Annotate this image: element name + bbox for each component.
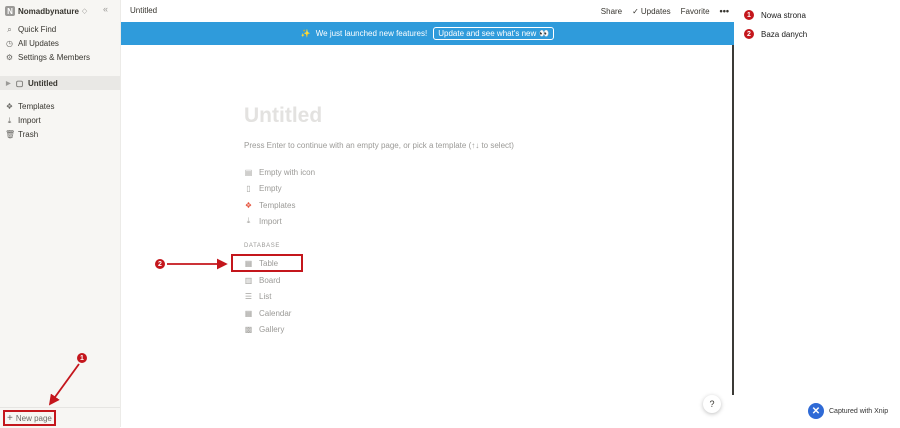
option-empty-with-icon[interactable]: ▤ Empty with icon — [244, 166, 315, 178]
announcement-banner: ✨ We just launched new features! Update … — [121, 22, 734, 45]
download-icon: ⤓ — [7, 115, 12, 125]
sidebar-item-trash[interactable]: 🗑 Trash — [0, 128, 120, 141]
workspace-name: Nomadbynature — [18, 6, 79, 16]
sidebar-item-label: Quick Find — [18, 25, 57, 34]
legend-label: Baza danych — [761, 29, 808, 39]
database-option-list[interactable]: ☰ List — [244, 290, 272, 302]
sidebar-item-settings[interactable]: ⚙ Settings & Members — [0, 51, 120, 64]
option-empty[interactable]: ▯ Empty — [244, 182, 282, 194]
search-icon: ⌕ — [7, 24, 12, 34]
page-with-icon-icon: ▤ — [244, 167, 253, 177]
chevron-updown-icon: ◇ — [81, 8, 88, 15]
share-button[interactable]: Share — [601, 7, 622, 16]
sidebar-page-label: Untitled — [28, 78, 58, 88]
help-button[interactable]: ? — [703, 395, 721, 413]
annotation-marker-1: 1 — [77, 353, 87, 363]
sidebar-item-label: Settings & Members — [18, 53, 91, 62]
legend-label: Nowa strona — [761, 10, 806, 20]
templates-icon: ❖ — [5, 102, 14, 111]
option-label: Templates — [259, 200, 296, 210]
database-option-board[interactable]: ▥ Board — [244, 274, 281, 286]
sidebar-item-import[interactable]: ⤓ Import — [0, 114, 120, 127]
update-button[interactable]: Update and see what's new 👀 — [433, 27, 555, 40]
new-page-label: New page — [15, 413, 52, 423]
sidebar-item-label: Trash — [18, 130, 39, 139]
more-options-icon[interactable]: ••• — [720, 6, 729, 16]
database-section-label: DATABASE — [244, 243, 280, 249]
gallery-icon: ▩ — [244, 324, 253, 334]
annotation-legend: 1 Nowa strona 2 Baza danych — [744, 9, 807, 47]
annotation-marker-2: 2 — [155, 259, 165, 269]
option-label: Table — [259, 258, 279, 268]
download-icon: ⤓ — [246, 216, 251, 225]
sidebar-item-label: Import — [18, 116, 41, 125]
list-icon: ☰ — [244, 291, 253, 301]
template-hint: Press Enter to continue with an empty pa… — [244, 141, 514, 150]
legend-number: 2 — [744, 29, 754, 39]
calendar-icon: ▦ — [244, 308, 253, 318]
workspace-switcher[interactable]: N Nomadbynature ◇ — [5, 4, 87, 18]
check-icon: ✓ — [632, 6, 639, 16]
option-label: Import — [259, 216, 282, 226]
option-label: Board — [259, 275, 281, 285]
option-label: Empty — [259, 183, 282, 193]
database-option-gallery[interactable]: ▩ Gallery — [244, 323, 285, 335]
banner-text: We just launched new features! — [315, 29, 428, 38]
topbar-actions: Share ✓ Updates Favorite ••• — [591, 6, 729, 16]
sidebar-page-untitled[interactable]: ▶ ▢ Untitled — [0, 76, 120, 90]
option-label: List — [259, 291, 272, 301]
xnip-logo-icon: ✕ — [808, 403, 824, 419]
collapse-sidebar-icon[interactable]: « — [103, 4, 108, 14]
plus-icon: + — [7, 412, 13, 424]
sparkle-icon: ✨ — [300, 29, 311, 38]
page-icon: ▢ — [15, 78, 24, 88]
board-icon: ▥ — [244, 275, 253, 285]
updates-button[interactable]: Updates — [641, 7, 671, 16]
topbar: Untitled Share ✓ Updates Favorite ••• — [121, 0, 734, 22]
favorite-button[interactable]: Favorite — [681, 7, 710, 16]
table-icon: ▦ — [244, 258, 253, 268]
xnip-watermark: ✕ Captured with Xnip — [808, 403, 888, 419]
legend-item-1: 1 Nowa strona — [744, 9, 807, 21]
page-icon: ▯ — [246, 183, 251, 193]
new-page-row: + New page — [0, 407, 120, 428]
sidebar: N Nomadbynature ◇ « ⌕ Quick Find ◷ All U… — [0, 0, 121, 428]
database-option-calendar[interactable]: ▦ Calendar — [244, 307, 292, 319]
eyes-icon: 👀 — [539, 29, 550, 38]
expand-triangle-icon[interactable]: ▶ — [6, 80, 12, 87]
breadcrumb-page-title[interactable]: Untitled — [130, 6, 157, 15]
scrollbar[interactable] — [732, 45, 734, 395]
update-button-label: Update and see what's new — [438, 29, 537, 38]
clock-icon: ◷ — [6, 39, 13, 48]
trash-icon: 🗑 — [5, 130, 16, 139]
option-label: Empty with icon — [259, 167, 316, 177]
legend-number: 1 — [744, 10, 754, 20]
new-page-button[interactable]: + New page — [3, 410, 56, 426]
sidebar-item-quick-find[interactable]: ⌕ Quick Find — [0, 23, 120, 36]
templates-icon: ❖ — [244, 200, 253, 210]
database-option-table[interactable]: ▦ Table — [244, 257, 278, 269]
legend-item-2: 2 Baza danych — [744, 28, 807, 40]
sidebar-item-label: Templates — [18, 102, 55, 111]
page-title[interactable]: Untitled — [244, 104, 322, 128]
option-label: Gallery — [259, 324, 285, 334]
page-content: Untitled Press Enter to continue with an… — [121, 45, 734, 427]
sidebar-item-label: All Updates — [18, 39, 59, 48]
gear-icon: ⚙ — [5, 53, 14, 62]
sidebar-item-all-updates[interactable]: ◷ All Updates — [0, 37, 120, 50]
workspace-badge-icon: N — [5, 6, 15, 16]
option-label: Calendar — [259, 308, 292, 318]
captured-label: Captured with Xnip — [829, 407, 889, 415]
option-import[interactable]: ⤓ Import — [244, 215, 282, 227]
option-templates[interactable]: ❖ Templates — [244, 199, 296, 211]
sidebar-item-templates[interactable]: ❖ Templates — [0, 100, 120, 113]
